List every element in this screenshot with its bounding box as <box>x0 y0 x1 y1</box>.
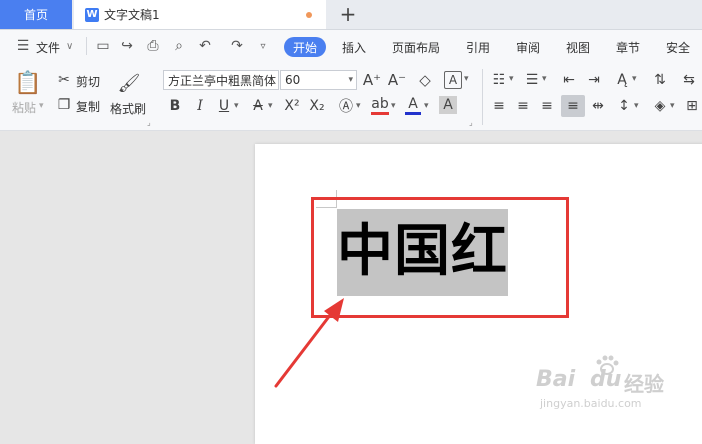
decrease-font-size-icon[interactable]: A⁻ <box>388 71 406 89</box>
underline-icon[interactable]: U <box>216 97 232 115</box>
text-effects-icon[interactable]: Ⓐ <box>337 97 355 115</box>
font-group-launcher-icon[interactable]: ⌟ <box>469 118 473 127</box>
chevron-down-icon[interactable]: ∨ <box>66 41 73 52</box>
chevron-down-icon[interactable]: ▾ <box>670 101 675 111</box>
paste-icon[interactable]: 📋 <box>14 71 41 96</box>
tab-insert[interactable]: 插入 <box>342 39 366 56</box>
tab-security[interactable]: 安全 <box>666 39 690 56</box>
text-border-icon[interactable]: A <box>444 71 462 89</box>
document-tab[interactable]: W 文字文稿1 <box>74 0 326 29</box>
cut-button[interactable]: 剪切 <box>76 73 100 90</box>
line-spacing-options-icon[interactable]: ⇆ <box>680 71 698 89</box>
strikethrough-icon[interactable]: A <box>250 97 266 115</box>
print-icon[interactable]: ⎙ <box>144 37 162 55</box>
line-spacing-icon[interactable]: ↕ <box>615 97 633 115</box>
numbered-list-icon[interactable]: ☰ <box>523 71 541 89</box>
tab-page-layout[interactable]: 页面布局 <box>392 39 440 56</box>
chevron-down-icon[interactable]: ▾ <box>234 101 239 111</box>
font-size-value: 60 <box>285 73 301 87</box>
character-shading-icon[interactable]: A <box>439 96 457 114</box>
chevron-down-icon[interactable]: ▾ <box>356 101 361 111</box>
new-tab-button[interactable]: + <box>337 2 359 26</box>
clear-format-icon[interactable]: ◇ <box>416 71 434 89</box>
print-preview-icon[interactable]: ⌕ <box>170 37 188 55</box>
highlight-color-icon[interactable]: ab <box>371 95 389 115</box>
increase-indent-icon[interactable]: ⇥ <box>585 71 603 89</box>
distributed-align-icon[interactable]: ⇹ <box>589 97 607 115</box>
scissors-icon: ✂ <box>58 72 70 88</box>
borders-icon[interactable]: ⊞ <box>684 97 700 115</box>
save-icon[interactable]: ▭ <box>94 37 112 55</box>
menu-bar: ☰ 文件 ∨ ▭ ↪ ⎙ ⌕ ↶ ↷ ▿ 开始 插入 页面布局 引用 审阅 视图… <box>0 30 702 63</box>
unsaved-indicator-icon <box>306 12 312 18</box>
subscript-icon[interactable]: X₂ <box>308 97 326 115</box>
chevron-down-icon[interactable]: ▾ <box>424 101 429 111</box>
paragraph-shading-icon[interactable]: ◈ <box>651 97 669 115</box>
chevron-down-icon[interactable]: ▾ <box>464 74 469 84</box>
italic-icon[interactable]: I <box>192 97 208 115</box>
paste-dropdown-icon[interactable]: ▾ <box>39 101 44 111</box>
format-painter-button[interactable]: 格式刷 <box>110 100 146 117</box>
tab-home[interactable]: 开始 <box>284 37 326 57</box>
superscript-icon[interactable]: X² <box>283 97 301 115</box>
bold-icon[interactable]: B <box>167 97 183 115</box>
justify-icon[interactable]: ≡ <box>561 95 585 117</box>
wps-writer-icon: W <box>85 7 99 22</box>
customize-toolbar-icon[interactable]: ▿ <box>254 37 272 55</box>
chevron-down-icon: ▾ <box>348 75 353 85</box>
chevron-down-icon[interactable]: ▾ <box>268 101 273 111</box>
bullet-list-icon[interactable]: ☷ <box>490 71 508 89</box>
font-name-value: 方正兰亭中粗黑简体 <box>168 73 277 88</box>
tab-references[interactable]: 引用 <box>466 39 490 56</box>
paste-button[interactable]: 粘贴 <box>12 99 36 116</box>
watermark-brand-cn: 经验 <box>624 372 664 396</box>
tab-chapter[interactable]: 章节 <box>616 39 640 56</box>
chevron-down-icon[interactable]: ▾ <box>632 74 637 84</box>
font-name-select[interactable]: 方正兰亭中粗黑简体 <box>163 70 279 90</box>
clipboard-group-launcher-icon[interactable]: ⌟ <box>147 118 151 127</box>
copy-button[interactable]: 复制 <box>76 98 100 115</box>
text-direction-icon[interactable]: Ą <box>613 71 631 89</box>
chevron-down-icon[interactable]: ▾ <box>391 101 396 111</box>
copy-icon: ❐ <box>57 97 71 113</box>
font-color-icon[interactable]: A <box>405 95 421 115</box>
format-painter-icon[interactable]: 🖌 <box>118 71 141 95</box>
increase-font-size-icon[interactable]: A⁺ <box>363 71 381 89</box>
ribbon-toolbar: 📋 粘贴 ▾ ✂ 剪切 ❐ 复制 🖌 格式刷 ⌟ 方正兰亭中粗黑简体 60 ▾ … <box>0 63 702 131</box>
tab-view[interactable]: 视图 <box>566 39 590 56</box>
file-menu[interactable]: 文件 <box>36 39 60 56</box>
font-size-select[interactable]: 60 ▾ <box>280 70 357 90</box>
tab-review[interactable]: 审阅 <box>516 39 540 56</box>
chevron-down-icon[interactable]: ▾ <box>634 101 639 111</box>
sort-icon[interactable]: ⇅ <box>651 71 669 89</box>
watermark-url: jingyan.baidu.com <box>540 397 642 410</box>
hamburger-menu-icon[interactable]: ☰ <box>14 37 32 55</box>
document-tab-title: 文字文稿1 <box>104 8 160 22</box>
divider <box>86 37 87 55</box>
export-icon[interactable]: ↪ <box>118 37 136 55</box>
watermark-brand: Bai <box>536 367 576 392</box>
home-tab[interactable]: 首页 <box>0 0 72 29</box>
align-left-icon[interactable]: ≡ <box>490 97 508 115</box>
align-center-icon[interactable]: ≡ <box>514 97 532 115</box>
align-right-icon[interactable]: ≡ <box>538 97 556 115</box>
decrease-indent-icon[interactable]: ⇤ <box>560 71 578 89</box>
undo-icon[interactable]: ↶ <box>196 37 214 55</box>
chevron-down-icon[interactable]: ▾ <box>542 74 547 84</box>
divider <box>482 69 483 125</box>
watermark-brand-tail: du <box>590 367 622 392</box>
redo-icon[interactable]: ↷ <box>228 37 246 55</box>
baidu-jingyan-watermark: Bai du 经验 jingyan.baidu.com <box>536 355 696 415</box>
chevron-down-icon[interactable]: ▾ <box>509 74 514 84</box>
annotation-arrow <box>274 298 344 388</box>
